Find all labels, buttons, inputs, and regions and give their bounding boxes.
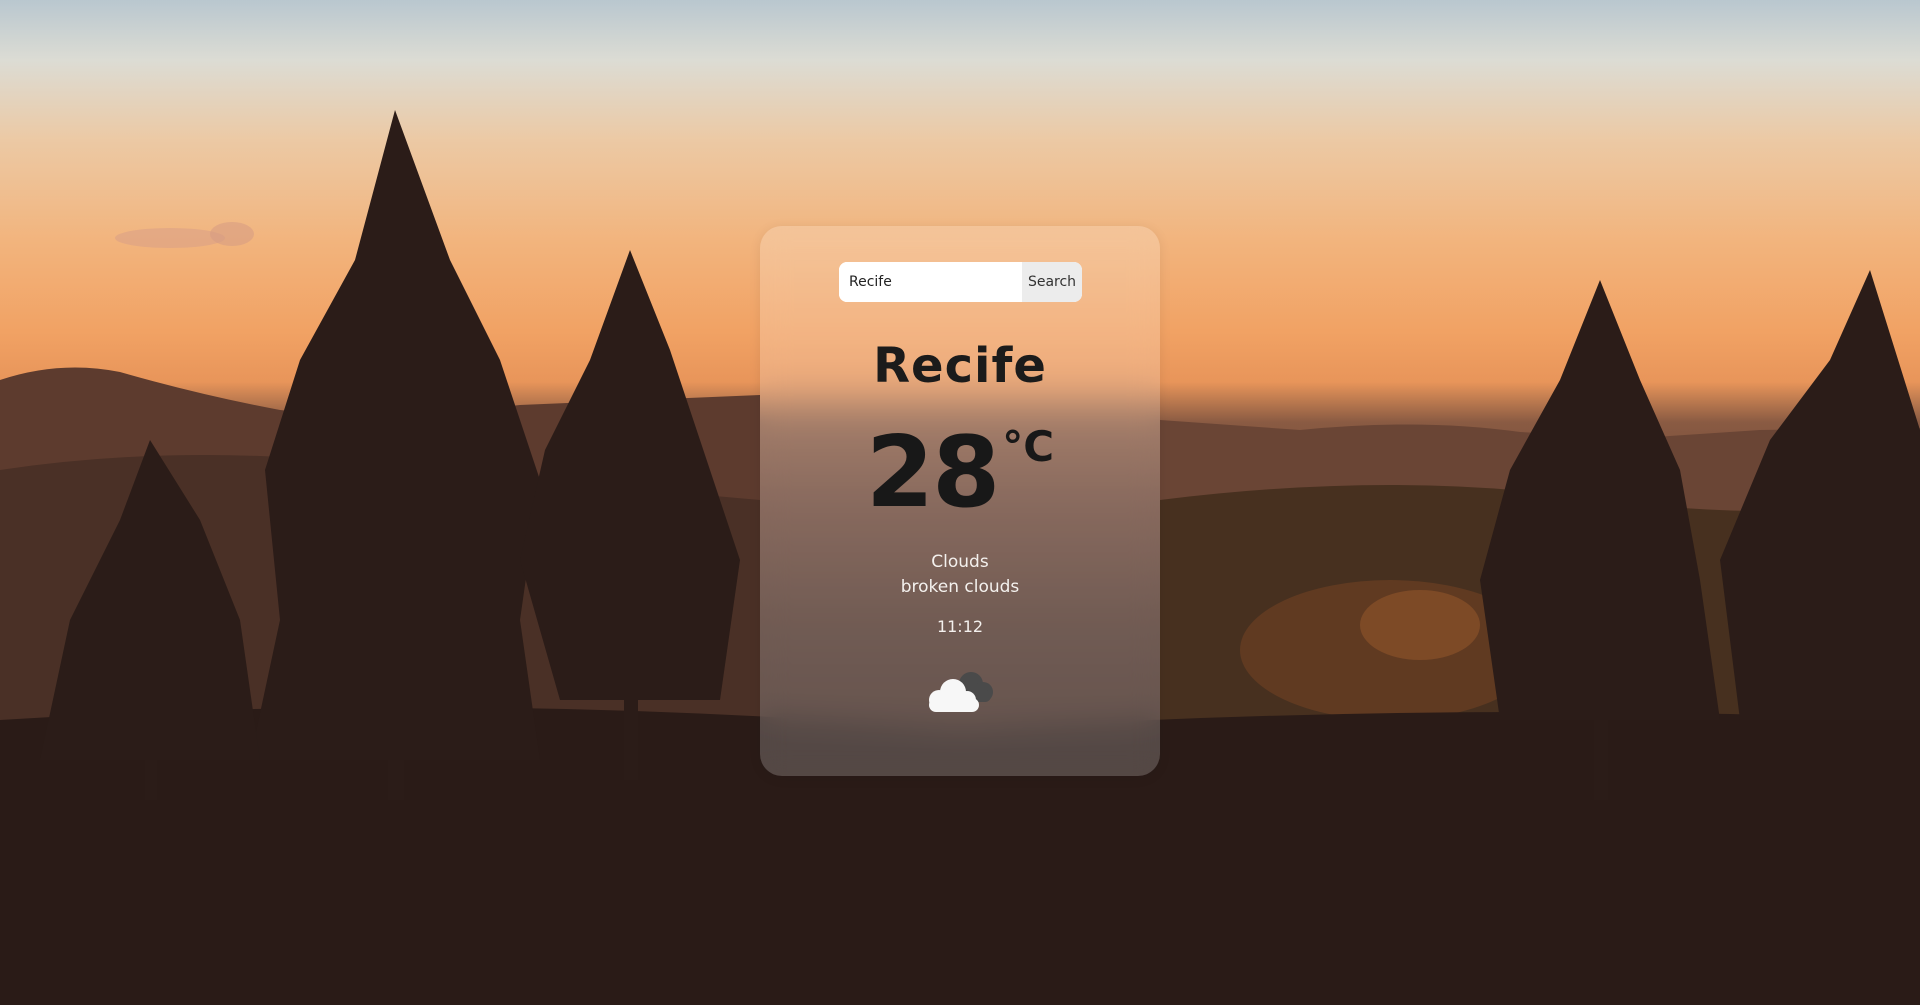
search-bar: Search bbox=[839, 262, 1082, 302]
local-time: 11:12 bbox=[936, 617, 984, 636]
temperature-value: 28 bbox=[865, 416, 1000, 530]
city-name: Recife bbox=[873, 338, 1047, 394]
temperature-unit: °C bbox=[1002, 422, 1055, 471]
temperature-display: 28°C bbox=[760, 424, 1160, 522]
app-background: Search Recife 28°C Clouds broken clouds … bbox=[0, 0, 1920, 1005]
broken-clouds-icon bbox=[929, 672, 993, 712]
search-button[interactable]: Search bbox=[1022, 262, 1082, 302]
weather-condition: Clouds bbox=[931, 552, 989, 572]
city-search-input[interactable] bbox=[839, 262, 1022, 302]
weather-description: broken clouds bbox=[900, 577, 1020, 597]
weather-card: Search Recife 28°C Clouds broken clouds … bbox=[760, 226, 1160, 776]
